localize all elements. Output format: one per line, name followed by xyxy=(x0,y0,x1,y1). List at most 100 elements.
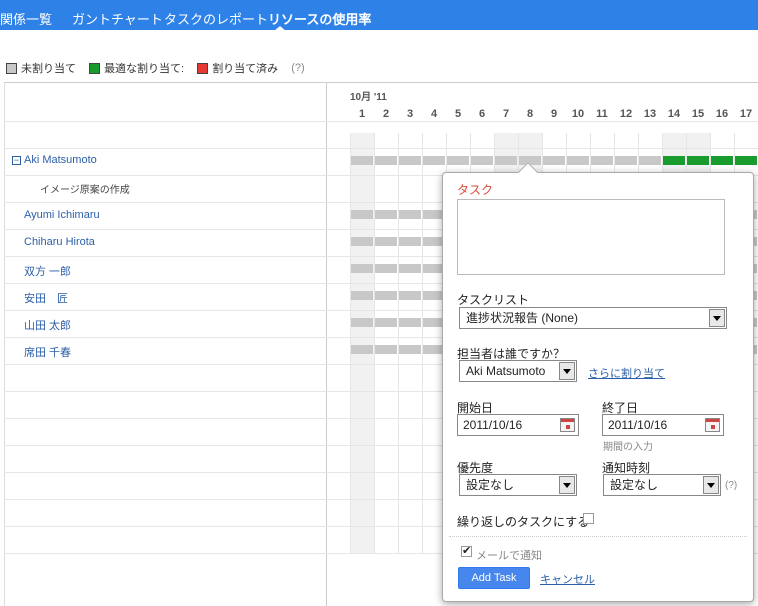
person-name: Aki Matsumoto xyxy=(24,154,97,166)
unassigned-usage-cell[interactable] xyxy=(375,291,397,300)
task-input[interactable] xyxy=(457,199,725,275)
unassigned-usage-cell[interactable] xyxy=(399,345,421,354)
unassigned-usage-cell[interactable] xyxy=(351,291,373,300)
dropdown-arrow-icon[interactable] xyxy=(559,362,575,380)
row-separator xyxy=(4,121,758,122)
day-header: 4 xyxy=(430,108,438,120)
unassigned-usage-cell[interactable] xyxy=(471,156,493,165)
assignee-select[interactable]: Aki Matsumoto xyxy=(459,360,577,382)
unassigned-usage-cell[interactable] xyxy=(375,345,397,354)
unassigned-usage-cell[interactable] xyxy=(399,264,421,273)
legend-label: 最適な割り当て: xyxy=(104,63,185,75)
end-date-value: 2011/10/16 xyxy=(608,418,668,432)
dropdown-arrow-icon[interactable] xyxy=(709,309,725,327)
person-chiharu-hirota[interactable]: Chiharu Hirota xyxy=(24,236,95,248)
period-hint[interactable]: 期間の入力 xyxy=(603,438,653,453)
repeat-task-label: 繰り返しのタスクにする xyxy=(457,515,590,529)
legend-swatch-unassigned xyxy=(6,63,17,74)
day-header: 17 xyxy=(739,108,753,120)
unassigned-usage-cell[interactable] xyxy=(351,345,373,354)
legend: 未割り当て 最適な割り当て: 割り当て済み (?) xyxy=(6,60,315,76)
unassigned-usage-cell[interactable] xyxy=(615,156,637,165)
day-header: 11 xyxy=(596,108,608,120)
unassigned-usage-cell[interactable] xyxy=(351,318,373,327)
unassigned-usage-cell[interactable] xyxy=(351,237,373,246)
person-aki-matsumoto[interactable]: − Aki Matsumoto xyxy=(12,154,97,166)
legend-unassigned: 未割り当て xyxy=(6,60,76,76)
dropdown-arrow-icon[interactable] xyxy=(559,476,575,494)
unassigned-usage-cell[interactable] xyxy=(543,156,565,165)
reminder-select[interactable]: 設定なし xyxy=(603,474,721,496)
person-souhou-ichiro[interactable]: 双方 一郎 xyxy=(24,263,71,279)
unassigned-usage-cell[interactable] xyxy=(591,156,613,165)
row-separator xyxy=(4,148,758,149)
task-label: タスク xyxy=(457,183,494,197)
person-yasuda-takumi[interactable]: 安田 匠 xyxy=(24,290,68,306)
day-header: 1 xyxy=(358,108,366,120)
day-header: 3 xyxy=(406,108,414,120)
unassigned-usage-cell[interactable] xyxy=(495,156,517,165)
unassigned-usage-cell[interactable] xyxy=(639,156,661,165)
legend-optimal: 最適な割り当て: xyxy=(89,60,184,76)
optimal-usage-cell[interactable] xyxy=(687,156,709,165)
legend-label: 割り当て済み xyxy=(212,63,279,75)
day-header: 5 xyxy=(454,108,462,120)
tasklist-label: タスクリスト xyxy=(457,293,530,307)
unassigned-usage-cell[interactable] xyxy=(375,264,397,273)
legend-help-link[interactable]: (?) xyxy=(291,62,304,74)
person-ayumi-ichimaru[interactable]: Ayumi Ichimaru xyxy=(24,209,100,221)
dropdown-arrow-icon[interactable] xyxy=(703,476,719,494)
end-date-field[interactable]: 2011/10/16 xyxy=(602,414,724,436)
reminder-value: 設定なし xyxy=(610,478,659,492)
legend-swatch-optimal xyxy=(89,63,101,74)
subtask-row[interactable]: イメージ原案の作成 xyxy=(40,181,130,196)
day-header: 7 xyxy=(502,108,510,120)
unassigned-usage-cell[interactable] xyxy=(375,237,397,246)
unassigned-usage-cell[interactable] xyxy=(567,156,589,165)
email-notify-checkbox[interactable] xyxy=(461,544,472,557)
unassigned-usage-cell[interactable] xyxy=(375,156,397,165)
day-header: 2 xyxy=(382,108,390,120)
unassigned-usage-cell[interactable] xyxy=(375,210,397,219)
unassigned-usage-cell[interactable] xyxy=(399,210,421,219)
tab-task-report[interactable]: タスクのレポート xyxy=(164,9,268,28)
tab-relations[interactable]: 関係一覧 xyxy=(0,9,52,28)
unassigned-usage-cell[interactable] xyxy=(351,264,373,273)
cancel-link[interactable]: キャンセル xyxy=(540,571,595,587)
optimal-usage-cell[interactable] xyxy=(663,156,685,165)
unassigned-usage-cell[interactable] xyxy=(351,156,373,165)
unassigned-usage-cell[interactable] xyxy=(351,210,373,219)
unassigned-usage-cell[interactable] xyxy=(447,156,469,165)
email-notify-label: メールで通知 xyxy=(476,550,542,562)
tab-gantt-chart[interactable]: ガントチャート xyxy=(72,9,163,28)
priority-select[interactable]: 設定なし xyxy=(459,474,577,496)
collapse-icon[interactable]: − xyxy=(12,156,21,165)
add-task-button[interactable]: Add Task xyxy=(458,567,530,589)
calendar-icon[interactable] xyxy=(705,418,720,432)
person-sekita-chiharu[interactable]: 席田 千春 xyxy=(24,344,71,360)
start-date-field[interactable]: 2011/10/16 xyxy=(457,414,579,436)
add-task-popup: タスク タスクリスト 進捗状況報告 (None) 担当者は誰ですか？ Aki M… xyxy=(442,162,754,602)
person-yamada-taro[interactable]: 山田 太郎 xyxy=(24,317,71,333)
day-header: 15 xyxy=(691,108,705,120)
day-header: 10 xyxy=(571,108,585,120)
day-header: 14 xyxy=(667,108,681,120)
tasklist-value: 進捗状況報告 (None) xyxy=(466,311,579,325)
unassigned-usage-cell[interactable] xyxy=(399,156,421,165)
repeat-task-checkbox[interactable] xyxy=(583,513,594,524)
unassigned-usage-cell[interactable] xyxy=(399,237,421,246)
month-header: 10月 '11 xyxy=(350,92,387,103)
optimal-usage-cell[interactable] xyxy=(735,156,757,165)
tasklist-select[interactable]: 進捗状況報告 (None) xyxy=(459,307,727,329)
reminder-help-link[interactable]: (?) xyxy=(725,480,737,491)
unassigned-usage-cell[interactable] xyxy=(423,156,445,165)
unassigned-usage-cell[interactable] xyxy=(399,318,421,327)
day-header: 16 xyxy=(715,108,729,120)
day-column xyxy=(398,133,422,553)
priority-value: 設定なし xyxy=(466,478,515,492)
calendar-icon[interactable] xyxy=(560,418,575,432)
unassigned-usage-cell[interactable] xyxy=(375,318,397,327)
assign-more-link[interactable]: さらに割り当て xyxy=(588,365,665,381)
unassigned-usage-cell[interactable] xyxy=(399,291,421,300)
optimal-usage-cell[interactable] xyxy=(711,156,733,165)
